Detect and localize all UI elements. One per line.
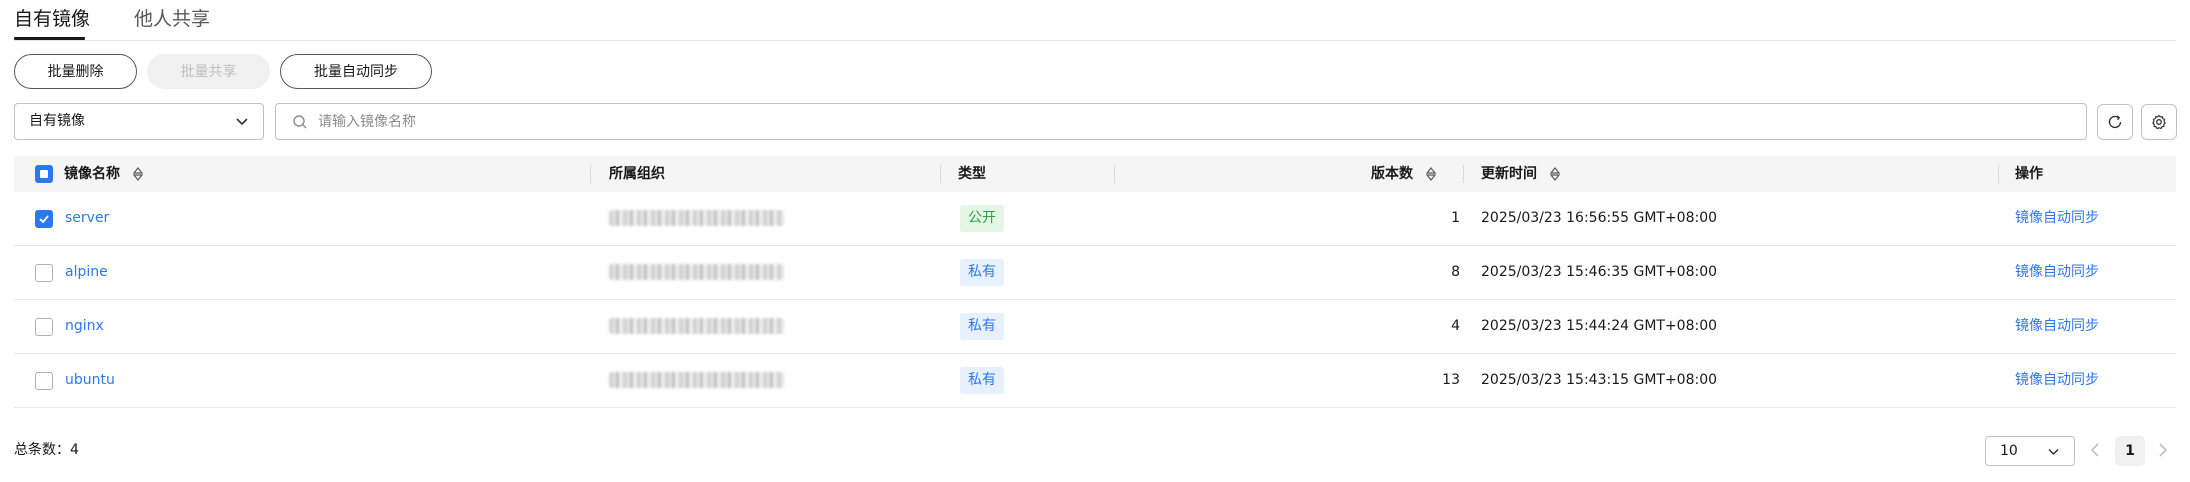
active-tab-indicator — [14, 37, 85, 40]
image-source-select-value: 自有镜像 — [29, 113, 85, 129]
column-divider — [1114, 165, 1115, 183]
sort-icon[interactable] — [1548, 167, 1562, 181]
image-name-link[interactable]: server — [65, 192, 109, 245]
auto-sync-action-link[interactable]: 镜像自动同步 — [2015, 354, 2099, 407]
page-size-select[interactable]: 10 — [1985, 436, 2075, 466]
auto-sync-action-link[interactable]: 镜像自动同步 — [2015, 300, 2099, 353]
image-tabs: 自有镜像 他人共享 — [14, 0, 2176, 41]
version-count: 1 — [1451, 210, 1460, 226]
updated-time: 2025/03/23 15:46:35 GMT+08:00 — [1481, 264, 1718, 280]
type-tag: 公开 — [960, 205, 1004, 232]
auto-sync-action-link[interactable]: 镜像自动同步 — [2015, 246, 2099, 299]
batch-share-button[interactable]: 批量共享 — [147, 54, 270, 89]
image-source-select[interactable]: 自有镜像 — [14, 103, 264, 140]
batch-delete-button[interactable]: 批量删除 — [14, 54, 137, 89]
sort-icon[interactable] — [131, 167, 145, 181]
refresh-icon — [2108, 115, 2122, 129]
version-count: 4 — [1451, 318, 1460, 334]
search-input[interactable] — [318, 104, 2018, 139]
updated-time: 2025/03/23 15:44:24 GMT+08:00 — [1481, 318, 1718, 334]
gear-icon — [2152, 114, 2166, 130]
redacted-organization — [609, 372, 784, 388]
table-row: alpine 私有 8 2025/03/23 15:46:35 GMT+08:0… — [14, 246, 2176, 300]
column-divider — [940, 165, 941, 183]
search-box — [275, 103, 2087, 140]
row-checkbox[interactable] — [35, 264, 53, 282]
image-name-link[interactable]: nginx — [65, 300, 104, 353]
table-header: 镜像名称 所属组织 类型 版本数 更新时间 操作 — [14, 156, 2176, 192]
row-checkbox[interactable] — [35, 318, 53, 336]
redacted-organization — [609, 264, 784, 280]
image-name-link[interactable]: ubuntu — [65, 354, 115, 407]
column-header-org: 所属组织 — [609, 166, 665, 182]
chevron-down-icon — [236, 118, 248, 126]
previous-page-icon[interactable] — [2088, 440, 2102, 460]
image-name-link[interactable]: alpine — [65, 246, 108, 299]
indeterminate-mark — [40, 170, 48, 178]
sort-icon[interactable] — [1424, 167, 1438, 181]
type-tag: 私有 — [960, 367, 1004, 394]
column-header-name: 镜像名称 — [64, 166, 120, 182]
select-all-checkbox[interactable] — [35, 165, 53, 183]
redacted-organization — [609, 318, 784, 334]
column-header-actions: 操作 — [2015, 166, 2043, 182]
batch-auto-sync-button[interactable]: 批量自动同步 — [280, 54, 432, 89]
auto-sync-action-link[interactable]: 镜像自动同步 — [2015, 192, 2099, 245]
redacted-organization — [609, 210, 784, 226]
column-header-updated: 更新时间 — [1481, 166, 1537, 182]
column-header-type: 类型 — [958, 166, 986, 182]
page-size-value: 10 — [2000, 443, 2018, 459]
column-divider — [1998, 165, 1999, 183]
row-checkbox[interactable] — [35, 372, 53, 390]
column-divider — [1463, 165, 1464, 183]
search-icon — [293, 115, 307, 129]
version-count: 13 — [1442, 372, 1460, 388]
row-checkbox[interactable] — [35, 210, 53, 228]
type-tag: 私有 — [960, 259, 1004, 286]
current-page-button[interactable]: 1 — [2115, 436, 2145, 466]
tab-own-images[interactable]: 自有镜像 — [14, 6, 90, 32]
total-count: 总条数：4 — [14, 442, 79, 458]
chevron-down-icon — [2048, 448, 2059, 456]
table-row: nginx 私有 4 2025/03/23 15:44:24 GMT+08:00… — [14, 300, 2176, 354]
check-icon — [39, 215, 49, 224]
updated-time: 2025/03/23 15:43:15 GMT+08:00 — [1481, 372, 1718, 388]
column-header-versions: 版本数 — [1371, 166, 1413, 182]
table-row: server 公开 1 2025/03/23 16:56:55 GMT+08:0… — [14, 192, 2176, 246]
settings-button[interactable] — [2141, 104, 2177, 140]
next-page-icon[interactable] — [2156, 440, 2170, 460]
version-count: 8 — [1451, 264, 1460, 280]
type-tag: 私有 — [960, 313, 1004, 340]
table-row: ubuntu 私有 13 2025/03/23 15:43:15 GMT+08:… — [14, 354, 2176, 408]
refresh-button[interactable] — [2097, 104, 2133, 140]
updated-time: 2025/03/23 16:56:55 GMT+08:00 — [1481, 210, 1718, 226]
tab-shared-images[interactable]: 他人共享 — [134, 6, 210, 32]
column-divider — [590, 165, 591, 183]
